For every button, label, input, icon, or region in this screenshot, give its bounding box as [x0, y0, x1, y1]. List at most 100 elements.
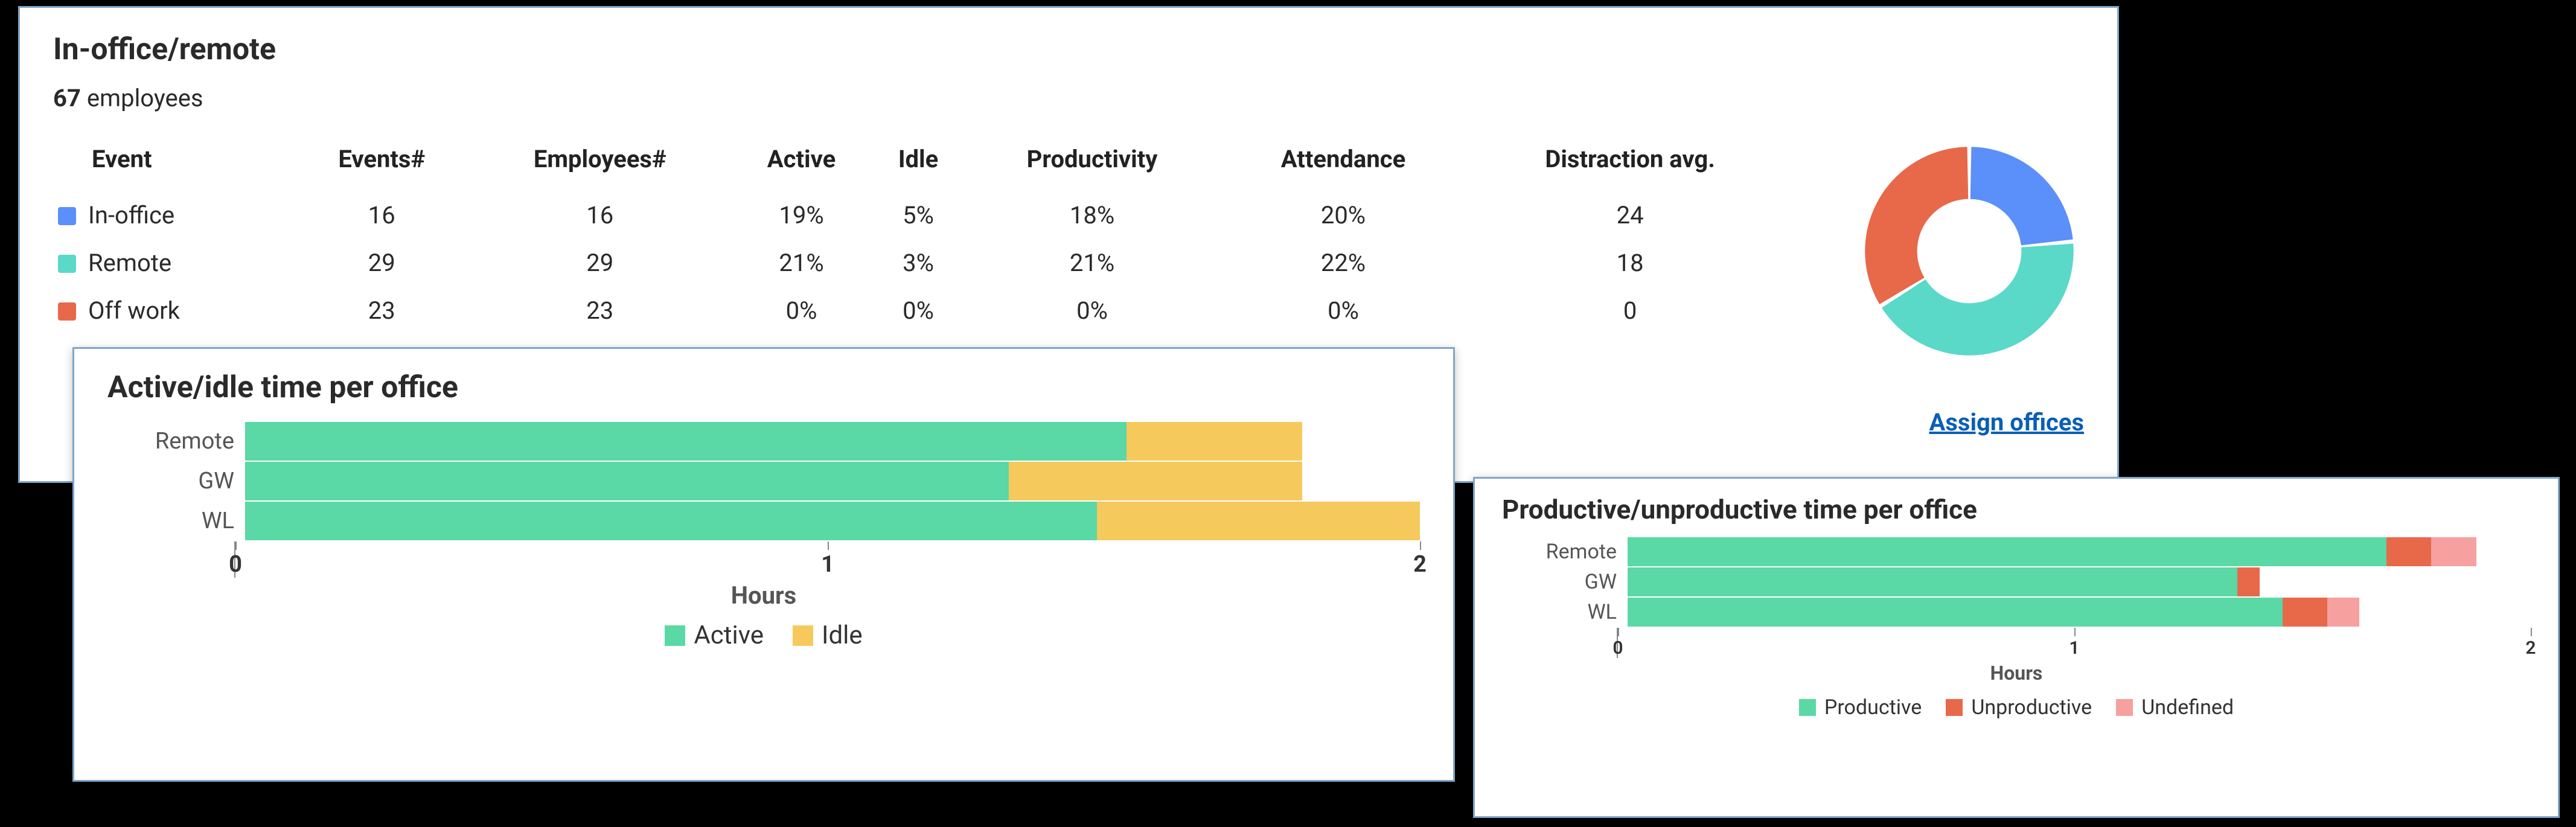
value-cell: 0	[1466, 287, 1794, 334]
value-cell: 22%	[1221, 239, 1466, 287]
active-idle-axis: 012	[234, 541, 1420, 578]
employee-count: 67	[53, 84, 81, 112]
bar-segment	[245, 422, 1127, 461]
value-cell: 0%	[873, 287, 964, 334]
summary-header: Distraction avg.	[1466, 136, 1794, 191]
active-idle-chart: Remote GW WL	[107, 422, 1420, 540]
bar-category-label: GW	[1502, 570, 1628, 594]
value-cell: 18	[1466, 239, 1794, 287]
value-cell: 29	[293, 239, 470, 287]
bar-row: WL	[107, 502, 1420, 540]
legend-swatch	[1799, 699, 1816, 716]
legend-label: Productive	[1824, 695, 1922, 720]
legend-item: Idle	[793, 621, 863, 650]
bar-row: Remote	[1502, 537, 2531, 566]
value-cell: 23	[293, 287, 470, 334]
assign-offices-link[interactable]: Assign offices	[1929, 408, 2084, 436]
value-cell: 20%	[1221, 191, 1466, 239]
value-cell: 5%	[873, 191, 964, 239]
bar-category-label: Remote	[1502, 540, 1628, 564]
bar-row: WL	[1502, 598, 2531, 627]
prod-unprod-axis: 012	[1617, 628, 2531, 658]
donut-slice	[1970, 147, 2073, 245]
value-cell: 23	[470, 287, 730, 334]
bar-track	[1628, 598, 2531, 627]
bar-segment	[1628, 598, 2283, 627]
legend-item: Productive	[1799, 695, 1922, 720]
bar-segment	[2386, 537, 2432, 566]
summary-header: Productivity	[964, 136, 1220, 191]
legend-label: Active	[694, 621, 764, 650]
bar-category-label: Remote	[107, 428, 245, 455]
value-cell: 3%	[873, 239, 964, 287]
legend-label: Unproductive	[1971, 695, 2092, 720]
axis-tick	[2531, 628, 2532, 636]
value-cell: 29	[470, 239, 730, 287]
legend-item: Unproductive	[1946, 695, 2092, 720]
bar-segment	[1628, 567, 2237, 596]
legend-item: Active	[665, 621, 764, 650]
event-cell: Off work	[53, 287, 293, 334]
active-idle-legend: Active Idle	[107, 621, 1420, 650]
bar-track	[245, 502, 1420, 540]
bar-segment	[245, 502, 1097, 540]
summary-header: Events#	[293, 136, 470, 191]
value-cell: 24	[1466, 191, 1794, 239]
axis-tick-label: 1	[821, 551, 834, 578]
legend-item: Undefined	[2116, 695, 2234, 720]
summary-header: Idle	[873, 136, 964, 191]
axis-tick	[1420, 541, 1421, 550]
legend-swatch	[1946, 699, 1963, 716]
prod-unprod-card: Productive/unproductive time per office …	[1473, 477, 2560, 818]
bar-track	[245, 422, 1420, 461]
value-cell: 21%	[964, 239, 1220, 287]
bar-segment	[1628, 537, 2386, 566]
table-row: Remote292921%3%21%22%18	[53, 239, 1794, 287]
donut-slice	[1865, 147, 1968, 304]
summary-table: EventEvents#Employees#ActiveIdleProducti…	[53, 136, 1794, 334]
axis-tick-label: 0	[1612, 637, 1623, 659]
active-idle-xlabel: Hours	[107, 581, 1420, 610]
bar-track	[1628, 537, 2531, 566]
value-cell: 0%	[1221, 287, 1466, 334]
value-cell: 16	[470, 191, 730, 239]
bar-segment	[2237, 567, 2260, 596]
legend-label: Idle	[822, 621, 863, 650]
table-row: In-office161619%5%18%20%24	[53, 191, 1794, 239]
prod-unprod-chart: Remote GW WL	[1502, 537, 2531, 627]
bar-segment	[2431, 537, 2476, 566]
bar-track	[245, 462, 1420, 500]
summary-header: Employees#	[470, 136, 730, 191]
value-cell: 19%	[730, 191, 873, 239]
summary-header: Attendance	[1221, 136, 1466, 191]
axis-tick-label: 2	[2525, 637, 2536, 659]
event-cell: Remote	[53, 239, 293, 287]
prod-unprod-title: Productive/unproductive time per office	[1502, 494, 2531, 525]
axis-tick-label: 2	[1413, 551, 1427, 578]
bar-row: GW	[107, 462, 1420, 500]
summary-header: Active	[730, 136, 873, 191]
axis-tick-label: 1	[2069, 637, 2079, 659]
bar-segment	[2283, 598, 2328, 627]
bar-segment	[2327, 598, 2359, 627]
legend-swatch	[665, 625, 685, 646]
summary-title: In-office/remote	[53, 32, 2084, 67]
bar-track	[1628, 567, 2531, 596]
donut-chart	[1855, 136, 2084, 366]
axis-tick-label: 0	[229, 551, 242, 578]
legend-swatch	[793, 625, 813, 646]
row-swatch	[58, 255, 76, 273]
summary-header: Event	[53, 136, 293, 191]
axis-tick	[828, 541, 829, 550]
bar-segment	[1009, 462, 1303, 500]
bar-category-label: GW	[107, 468, 245, 494]
bar-row: Remote	[107, 422, 1420, 461]
table-row: Off work23230%0%0%0%0	[53, 287, 1794, 334]
employee-count-line: 67 employees	[53, 84, 2084, 112]
axis-tick	[2074, 628, 2076, 636]
value-cell: 21%	[730, 239, 873, 287]
active-idle-title: Active/idle time per office	[107, 370, 1420, 405]
bar-segment	[1127, 422, 1303, 461]
employee-label: employees	[87, 84, 203, 112]
row-swatch	[58, 302, 76, 321]
